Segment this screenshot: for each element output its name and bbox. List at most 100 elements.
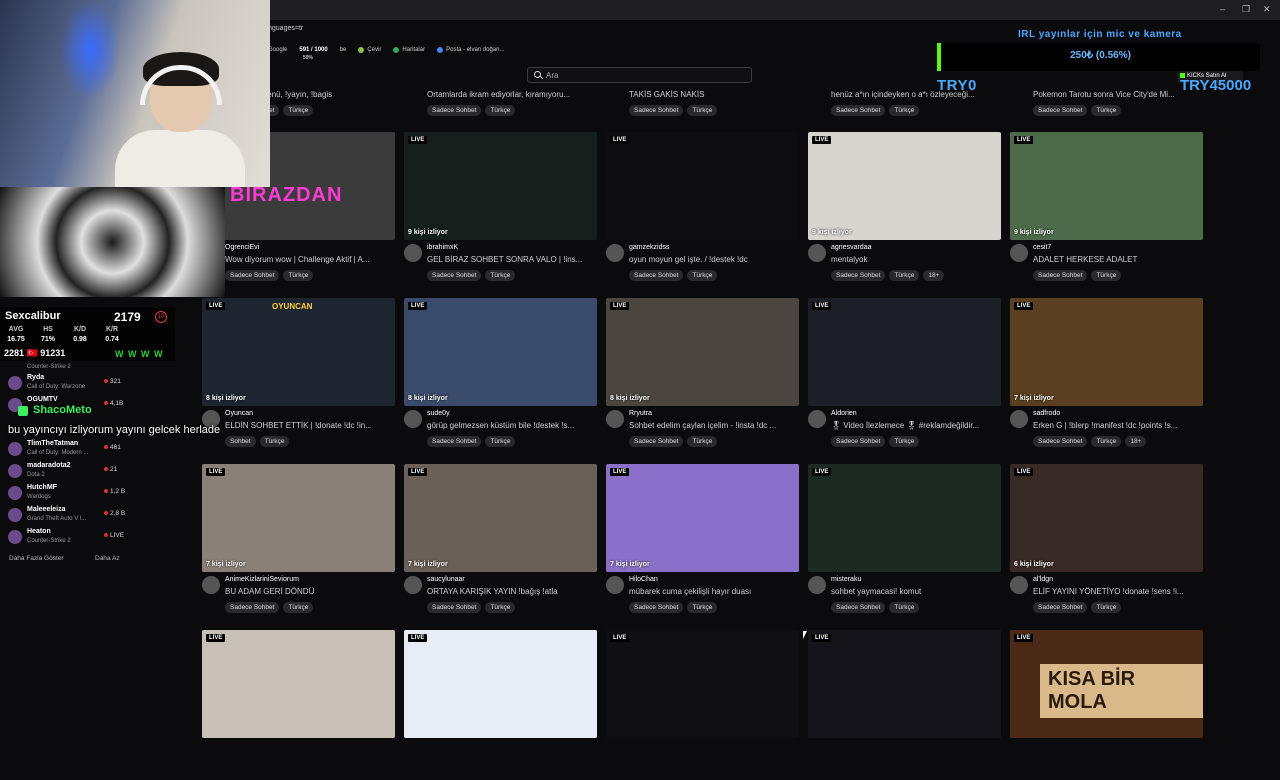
stream-title[interactable]: Erken G | !blerp !manifest !dc !points !… xyxy=(1033,421,1203,430)
streamer-name[interactable]: Rryutra xyxy=(629,410,652,417)
stream-thumbnail[interactable]: LIVE OYUNCAN 8 kişi izliyor xyxy=(202,298,395,406)
tag[interactable]: Sadece Sohbet xyxy=(225,270,280,281)
tag[interactable]: Türkçe xyxy=(687,602,718,613)
minimize-icon[interactable]: – xyxy=(1220,4,1225,14)
stream-card[interactable]: LIVE OYUNCAN 8 kişi izliyor Oyuncan ELDİN … xyxy=(202,298,395,448)
stream-thumbnail[interactable]: LIVE xyxy=(202,630,395,738)
tag[interactable]: Sadece Sohbet xyxy=(831,105,886,116)
show-less-link[interactable]: Daha Az xyxy=(95,555,120,562)
avatar[interactable] xyxy=(404,244,422,262)
stream-card[interactable]: LIVE misteraku sohbet yaymacasi! komut S… xyxy=(808,464,1001,614)
stream-card[interactable]: LIVE xyxy=(606,630,799,780)
streamer-name[interactable]: Aldorien xyxy=(831,410,857,417)
stream-card[interactable]: LIVE 7 kişi izliyor sadfrodo Erken G | !b… xyxy=(1010,298,1203,448)
bookmark-maps[interactable]: Haritalar xyxy=(393,47,425,53)
avatar[interactable] xyxy=(1010,244,1028,262)
tag[interactable]: Türkçe xyxy=(485,436,516,447)
stream-title[interactable]: Sohbet edelim çaylan içelim - !insta !dc… xyxy=(629,421,799,430)
stream-card-partial[interactable]: TAKİS GAKİS NAKİS Sadece Sohbet Türkçe xyxy=(606,80,799,116)
sidebar-channel[interactable]: Heaton Counter-Strike 2 LIVE xyxy=(8,528,124,550)
stream-title[interactable]: ADALET HERKESE ADALET xyxy=(1033,255,1203,264)
tag[interactable]: Türkçe xyxy=(259,436,290,447)
streamer-name[interactable]: agnesvardaa xyxy=(831,244,871,251)
avatar[interactable] xyxy=(1010,576,1028,594)
stream-thumbnail[interactable]: LIVE 8 kişi izliyor xyxy=(606,298,799,406)
tag[interactable]: Sadece Sohbet xyxy=(831,270,886,281)
tag[interactable]: Sadece Sohbet xyxy=(427,436,482,447)
stream-thumbnail[interactable]: LIVE 7 kişi izliyor xyxy=(1010,298,1203,406)
stream-title[interactable]: görüp gelmezsen küstüm bile !destek !s..… xyxy=(427,421,597,430)
stream-title[interactable]: GEL BİRAZ SOHBET SONRA VALO | !ins... xyxy=(427,255,597,264)
streamer-name[interactable]: Oyuncan xyxy=(225,410,253,417)
tag[interactable]: Türkçe xyxy=(1091,602,1122,613)
tag[interactable]: Sadece Sohbet xyxy=(1033,270,1088,281)
tag[interactable]: Sadece Sohbet xyxy=(629,602,684,613)
tag[interactable]: Türkçe xyxy=(687,436,718,447)
bookmark-google[interactable]: Google xyxy=(268,47,287,53)
tag[interactable]: Sadece Sohbet xyxy=(225,602,280,613)
streamer-name[interactable]: sadfrodo xyxy=(1033,410,1060,417)
bookmark-translate[interactable]: Çevir xyxy=(358,47,381,53)
stream-card[interactable]: LIVE 8 kişi izliyor sude0y görüp gelmezse… xyxy=(404,298,597,448)
stream-title[interactable]: oyun moyun gel işte. / !destek !dc xyxy=(629,255,799,264)
tag[interactable]: Sadece Sohbet xyxy=(427,270,482,281)
streamer-name[interactable]: ibrahimxK xyxy=(427,244,458,251)
stream-title[interactable]: Wow diyorum wow | Challenge Aktif | A... xyxy=(225,255,395,264)
tag[interactable]: Sadece Sohbet xyxy=(629,436,684,447)
stream-card[interactable]: LIVE Aldorien 🎖 Video İlezlemece 🎖 #rekl… xyxy=(808,298,1001,448)
tag[interactable]: Sadece Sohbet xyxy=(1033,105,1088,116)
stream-title[interactable]: BU ADAM GERİ DÖNDÜ xyxy=(225,587,395,596)
sidebar-channel[interactable]: madaradota2 Dota 2 21 xyxy=(8,462,123,484)
tag[interactable]: Sadece Sohbet xyxy=(1033,436,1088,447)
tag[interactable]: Sohbet xyxy=(225,436,256,447)
sidebar-channel[interactable]: TlimTheTatman Call of Duty: Modern ... 4… xyxy=(8,440,123,462)
tag[interactable]: Sadece Sohbet xyxy=(427,602,482,613)
streamer-name[interactable]: OgrenciEvi xyxy=(225,244,259,251)
stream-card[interactable]: LIVE 9 kişi izliyor agnesvardaa mentalyok… xyxy=(808,132,1001,282)
stream-card[interactable]: LIVE xyxy=(202,630,395,780)
avatar[interactable] xyxy=(404,410,422,428)
tag[interactable]: Türkçe xyxy=(889,105,920,116)
stream-card-partial[interactable]: Ortamlarda ikram ediyorlar, kıramıyoru..… xyxy=(404,80,597,116)
tag[interactable]: Sadece Sohbet xyxy=(831,602,886,613)
sidebar-channel[interactable]: HutchMF Wardogs 1,2 B xyxy=(8,484,125,506)
stream-thumbnail[interactable]: LIVE xyxy=(808,298,1001,406)
stream-card[interactable]: LIVE 7 kişi izliyor AnimeKizlariniSevioru… xyxy=(202,464,395,614)
streamer-name[interactable]: HiloChan xyxy=(629,576,658,583)
avatar[interactable] xyxy=(606,244,624,262)
stream-card[interactable]: LIVE xyxy=(404,630,597,780)
stream-card[interactable]: LIVE 9 kişi izliyor ibrahimxK GEL BİRAZ S… xyxy=(404,132,597,282)
stream-card[interactable]: LIVE 7 kişi izliyor saucylunaar ORTAYA KA… xyxy=(404,464,597,614)
stream-thumbnail[interactable]: LIVE 9 kişi izliyor xyxy=(1010,132,1203,240)
streamer-name[interactable]: cesit7 xyxy=(1033,244,1051,251)
tag[interactable]: Türkçe xyxy=(283,602,314,613)
bookmark-counter[interactable]: 591 / 1000 xyxy=(299,47,327,53)
stream-title[interactable]: sohbet yaymacasi! komut xyxy=(831,587,1001,596)
stream-title[interactable]: mübarek cuma çekilişli hayır duası xyxy=(629,587,799,596)
maximize-icon[interactable]: ❐ xyxy=(1242,4,1250,15)
stream-thumbnail[interactable]: LIVE 7 kişi izliyor xyxy=(606,464,799,572)
stream-thumbnail[interactable]: LIVE 9 kişi izliyor xyxy=(404,132,597,240)
tag[interactable]: Türkçe xyxy=(485,602,516,613)
stream-thumbnail[interactable]: LIVE 9 kişi izliyor xyxy=(808,132,1001,240)
streamer-name[interactable]: saucylunaar xyxy=(427,576,465,583)
tag[interactable]: Türkçe xyxy=(485,270,516,281)
stream-thumbnail[interactable]: LIVE xyxy=(606,132,799,240)
tag[interactable]: Türkçe xyxy=(1091,270,1122,281)
stream-thumbnail[interactable]: LIVE 7 kişi izliyor xyxy=(202,464,395,572)
tag[interactable]: Sadece Sohbet xyxy=(629,270,684,281)
close-icon[interactable]: ✕ xyxy=(1263,4,1271,15)
address-bar[interactable]: nguages=tr xyxy=(268,25,303,32)
stream-card[interactable]: LIVE 9 kişi izliyor cesit7 ADALET HERKESE… xyxy=(1010,132,1203,282)
streamer-name[interactable]: misteraku xyxy=(831,576,861,583)
streamer-name[interactable]: sude0y xyxy=(427,410,450,417)
stream-card[interactable]: LIVE 7 kişi izliyor HiloChan mübarek cuma… xyxy=(606,464,799,614)
tag[interactable]: Türkçe xyxy=(687,270,718,281)
stream-thumbnail[interactable]: LIVE xyxy=(606,630,799,738)
avatar[interactable] xyxy=(808,410,826,428)
stream-card[interactable]: LIVE KISA BİR MOLA xyxy=(1010,630,1203,780)
tag[interactable]: Türkçe xyxy=(687,105,718,116)
avatar[interactable] xyxy=(1010,410,1028,428)
streamer-name[interactable]: al'ldgn xyxy=(1033,576,1053,583)
tag[interactable]: Sadece Sohbet xyxy=(427,105,482,116)
